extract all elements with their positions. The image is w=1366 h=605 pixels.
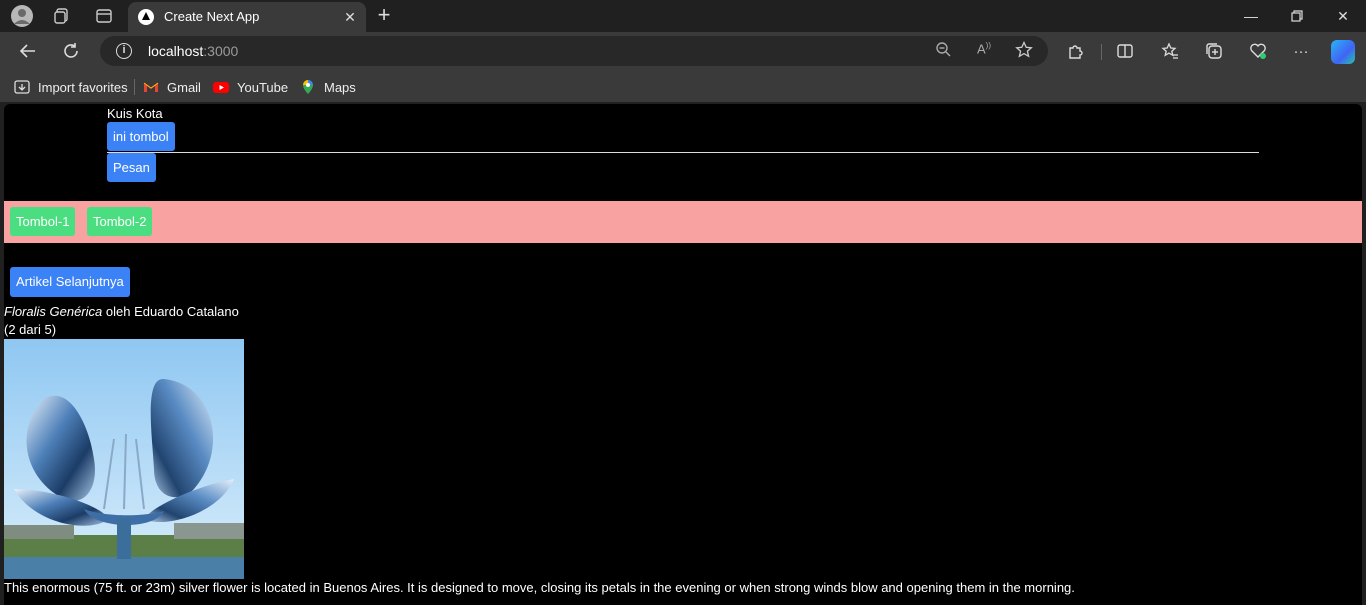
toolbar-separator bbox=[1101, 44, 1102, 60]
close-window-icon[interactable]: ✕ bbox=[1320, 0, 1366, 32]
profile-avatar-icon[interactable] bbox=[10, 4, 34, 28]
gallery-counter: (2 dari 5) bbox=[4, 322, 57, 337]
vertical-tabs-icon[interactable] bbox=[92, 4, 116, 28]
import-icon bbox=[14, 79, 30, 95]
artwork-caption: Floralis Genérica oleh Eduardo Catalano bbox=[4, 304, 239, 319]
close-tab-icon[interactable]: ✕ bbox=[340, 7, 360, 27]
tab-title: Create Next App bbox=[164, 9, 260, 24]
divider bbox=[107, 152, 1259, 153]
toolbar-section: Tombol-1 Tombol-2 bbox=[4, 201, 1362, 243]
bookmark-gmail[interactable]: Gmail bbox=[143, 78, 201, 96]
artwork-description: This enormous (75 ft. or 23m) silver flo… bbox=[4, 580, 1075, 595]
copilot-icon[interactable] bbox=[1331, 40, 1355, 64]
workspaces-icon[interactable] bbox=[50, 4, 74, 28]
split-screen-icon[interactable] bbox=[1113, 39, 1137, 63]
favorite-star-icon[interactable] bbox=[1013, 40, 1035, 61]
pesan-button[interactable]: Pesan bbox=[107, 153, 156, 182]
next-article-button[interactable]: Artikel Selanjutnya bbox=[10, 267, 130, 297]
artwork-title: Floralis Genérica bbox=[4, 304, 103, 319]
maps-icon bbox=[300, 79, 316, 95]
refresh-icon[interactable] bbox=[58, 38, 84, 64]
bookmark-youtube[interactable]: YouTube bbox=[213, 78, 288, 96]
browser-toolbar: i localhost:3000 A)) ··· bbox=[0, 32, 1366, 70]
ini-tombol-button[interactable]: ini tombol bbox=[107, 122, 175, 151]
nextjs-favicon-icon bbox=[138, 9, 154, 25]
active-tab[interactable]: Create Next App ✕ bbox=[128, 2, 366, 32]
bookmarks-bar: Import favorites Gmail YouTube Maps bbox=[0, 70, 1366, 102]
new-tab-icon[interactable]: + bbox=[372, 4, 396, 28]
site-info-icon[interactable]: i bbox=[116, 43, 132, 59]
favorites-icon[interactable] bbox=[1158, 39, 1182, 63]
zoom-out-icon[interactable] bbox=[932, 41, 954, 61]
more-menu-icon[interactable]: ··· bbox=[1289, 39, 1313, 63]
restore-icon[interactable] bbox=[1274, 0, 1320, 32]
tombol-1-button[interactable]: Tombol-1 bbox=[10, 207, 76, 236]
bookmark-maps[interactable]: Maps bbox=[300, 78, 356, 96]
back-icon[interactable] bbox=[15, 38, 41, 64]
floralis-generica-photo bbox=[4, 339, 244, 579]
artwork-artist: oleh Eduardo Catalano bbox=[102, 304, 239, 319]
url-text[interactable]: localhost:3000 bbox=[148, 43, 238, 59]
bookmark-import-favorites[interactable]: Import favorites bbox=[14, 78, 128, 96]
minimize-icon[interactable]: — bbox=[1228, 0, 1274, 32]
bookmark-separator bbox=[134, 79, 135, 95]
tombol-2-button[interactable]: Tombol-2 bbox=[87, 207, 153, 236]
gmail-icon bbox=[143, 79, 159, 95]
browser-essentials-icon[interactable] bbox=[1246, 39, 1270, 63]
page-viewport: Kuis Kota ini tombol Pesan Tombol-1 Tomb… bbox=[4, 104, 1362, 605]
youtube-icon bbox=[213, 79, 229, 95]
browser-titlebar: Create Next App ✕ + — ✕ bbox=[0, 0, 1366, 32]
address-bar[interactable]: i localhost:3000 A)) bbox=[100, 36, 1048, 66]
read-aloud-icon[interactable]: A)) bbox=[973, 41, 995, 61]
extensions-icon[interactable] bbox=[1064, 39, 1088, 63]
quiz-title: Kuis Kota bbox=[107, 106, 163, 121]
collections-icon[interactable] bbox=[1202, 39, 1226, 63]
